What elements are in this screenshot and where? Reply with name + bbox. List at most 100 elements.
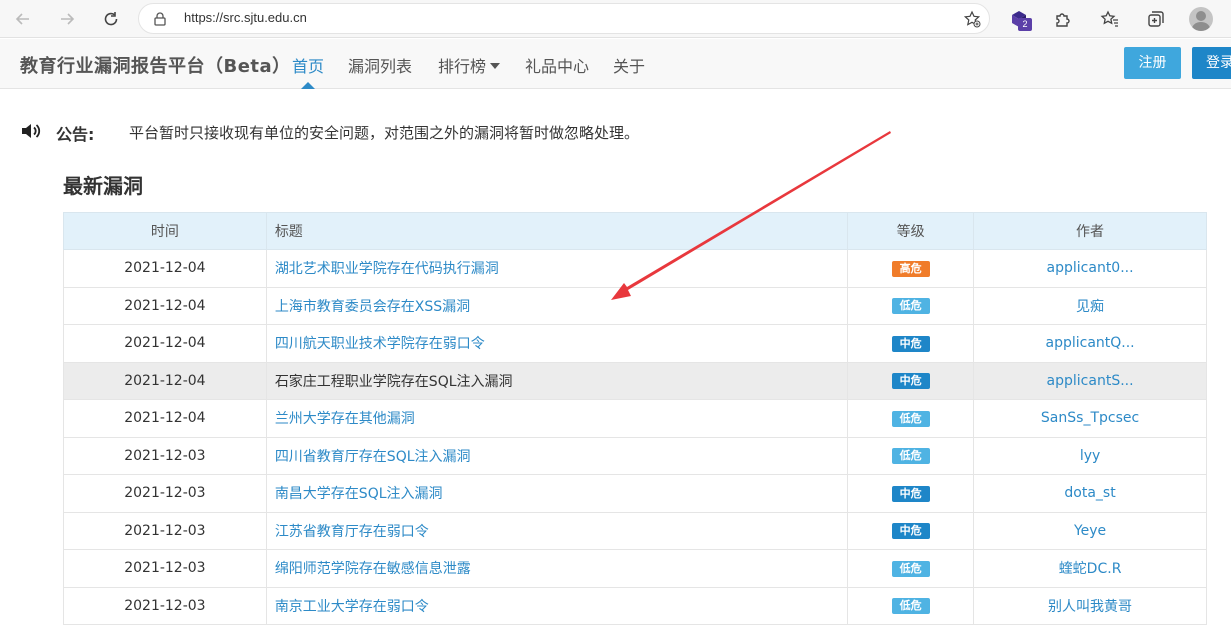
cell-title: 湖北艺术职业学院存在代码执行漏洞 [265,249,849,288]
level-badge: 中危 [891,523,930,540]
collections-icon [1148,11,1164,27]
table-header-row: 时间 标题 等级 作者 [63,212,1207,250]
cell-time: 2021-12-04 [63,286,267,325]
nav-about[interactable]: 关于 [613,53,645,77]
cell-title: 江苏省教育厅存在弱口令 [265,511,849,550]
site-brand[interactable]: 教育行业漏洞报告平台（Beta） [20,52,291,78]
level-badge: 中危 [891,485,930,502]
cell-title: 四川航天职业技术学院存在弱口令 [265,324,849,363]
table-row[interactable]: 2021-12-03 南昌大学存在SQL注入漏洞 中危 dota_st [63,474,1207,513]
author-link[interactable]: Yeye [1074,523,1106,539]
forward-button[interactable] [54,6,80,32]
table-row[interactable]: 2021-12-04 四川航天职业技术学院存在弱口令 中危 applicantQ... [63,324,1207,363]
extensions-button[interactable] [1052,8,1074,30]
cell-level: 中危 [847,361,975,400]
vuln-title-link[interactable]: 南京工业大学存在弱口令 [275,599,429,615]
cell-level: 低危 [847,549,975,588]
level-badge: 低危 [891,560,930,577]
arrow-left-icon [15,13,29,25]
table-row[interactable]: 2021-12-04 石家庄工程职业学院存在SQL注入漏洞 中危 applicantS… [63,361,1207,400]
vuln-title-link[interactable]: 四川航天职业技术学院存在弱口令 [275,336,485,352]
caret-down-icon [490,63,501,69]
cell-level: 中危 [847,474,975,513]
header-title: 标题 [265,212,849,250]
vuln-title-link[interactable]: 湖北艺术职业学院存在代码执行漏洞 [275,261,499,277]
nav-home[interactable]: 首页 [292,53,324,77]
author-link[interactable]: 蝰蛇DC.R [1059,561,1122,577]
cell-author: applicantQ... [973,324,1207,363]
active-nav-indicator [301,82,315,89]
cell-author: 别人叫我黄哥 [973,586,1207,625]
author-link[interactable]: applicant0... [1047,260,1134,276]
cell-level: 中危 [847,511,975,550]
section-title-latest: 最新漏洞 [63,174,143,198]
header-author: 作者 [973,212,1207,250]
nav-ranking[interactable]: 排行榜 [438,53,501,77]
vuln-title-link[interactable]: 绵阳师范学院存在敏感信息泄露 [275,561,471,577]
cell-author: applicant0... [973,249,1207,288]
nav-vuln-list[interactable]: 漏洞列表 [348,53,412,77]
cell-time: 2021-12-04 [63,399,267,438]
cell-time: 2021-12-04 [63,324,267,363]
vuln-title-link[interactable]: 兰州大学存在其他漏洞 [275,411,415,427]
cell-time: 2021-12-03 [63,586,267,625]
favorites-star-icon [1100,10,1118,27]
cell-title: 四川省教育厅存在SQL注入漏洞 [265,436,849,475]
cell-title: 绵阳师范学院存在敏感信息泄露 [265,549,849,588]
level-badge: 中危 [891,335,930,352]
table-row[interactable]: 2021-12-03 江苏省教育厅存在弱口令 中危 Yeye [63,511,1207,550]
author-link[interactable]: 见痴 [1076,299,1104,315]
address-bar[interactable]: https://src.sjtu.edu.cn [138,3,990,34]
nav-gift-center[interactable]: 礼品中心 [525,53,589,77]
level-badge: 低危 [891,410,930,427]
level-badge: 低危 [891,598,930,615]
cell-title: 石家庄工程职业学院存在SQL注入漏洞 [265,361,849,400]
login-button[interactable]: 登录 [1192,47,1231,79]
cell-title: 兰州大学存在其他漏洞 [265,399,849,438]
back-button[interactable] [10,6,36,32]
cell-author: 蝰蛇DC.R [973,549,1207,588]
header-time: 时间 [63,212,267,250]
cell-level: 高危 [847,249,975,288]
url-text: https://src.sjtu.edu.cn [184,10,307,25]
reload-icon [104,12,118,26]
cell-title: 南京工业大学存在弱口令 [265,586,849,625]
cell-level: 低危 [847,436,975,475]
vuln-title-link[interactable]: 四川省教育厅存在SQL注入漏洞 [275,449,471,465]
table-row[interactable]: 2021-12-03 四川省教育厅存在SQL注入漏洞 低危 lyy [63,436,1207,475]
table-row[interactable]: 2021-12-03 南京工业大学存在弱口令 低危 别人叫我黄哥 [63,586,1207,625]
level-badge: 中危 [891,373,930,390]
author-link[interactable]: SanSs_Tpcsec [1041,410,1139,426]
register-button[interactable]: 注册 [1124,47,1181,79]
vuln-title-link[interactable]: 上海市教育委员会存在XSS漏洞 [275,299,470,315]
table-row[interactable]: 2021-12-04 兰州大学存在其他漏洞 低危 SanSs_Tpcsec [63,399,1207,438]
vuln-title-link[interactable]: 江苏省教育厅存在弱口令 [275,524,429,540]
author-link[interactable]: applicantS... [1047,373,1134,389]
table-row[interactable]: 2021-12-03 绵阳师范学院存在敏感信息泄露 低危 蝰蛇DC.R [63,549,1207,588]
favorite-add-icon[interactable] [963,10,981,28]
favorites-button[interactable] [1099,8,1121,30]
vuln-title-link[interactable]: 石家庄工程职业学院存在SQL注入漏洞 [275,374,513,390]
site-header: 教育行业漏洞报告平台（Beta） 首页 漏洞列表 排行榜 礼品中心 关于 注册 … [0,39,1231,89]
reload-button[interactable] [98,6,124,32]
cell-author: lyy [973,436,1207,475]
cell-author: dota_st [973,474,1207,513]
profile-avatar[interactable] [1189,7,1213,31]
cell-title: 南昌大学存在SQL注入漏洞 [265,474,849,513]
collections-button[interactable] [1145,8,1167,30]
table-row[interactable]: 2021-12-04 湖北艺术职业学院存在代码执行漏洞 高危 applicant0..… [63,249,1207,288]
lock-icon [154,12,166,26]
cell-author: 见痴 [973,286,1207,325]
cell-time: 2021-12-03 [63,436,267,475]
cell-time: 2021-12-04 [63,361,267,400]
extension-badge: 2 [1018,18,1032,31]
author-link[interactable]: applicantQ... [1045,335,1134,351]
vuln-title-link[interactable]: 南昌大学存在SQL注入漏洞 [275,486,443,502]
table-row[interactable]: 2021-12-04 上海市教育委员会存在XSS漏洞 低危 见痴 [63,286,1207,325]
level-badge: 低危 [891,298,930,315]
speaker-icon [22,124,41,138]
author-link[interactable]: 别人叫我黄哥 [1048,599,1132,615]
author-link[interactable]: dota_st [1064,485,1115,501]
header-level: 等级 [847,212,975,250]
author-link[interactable]: lyy [1080,448,1100,464]
